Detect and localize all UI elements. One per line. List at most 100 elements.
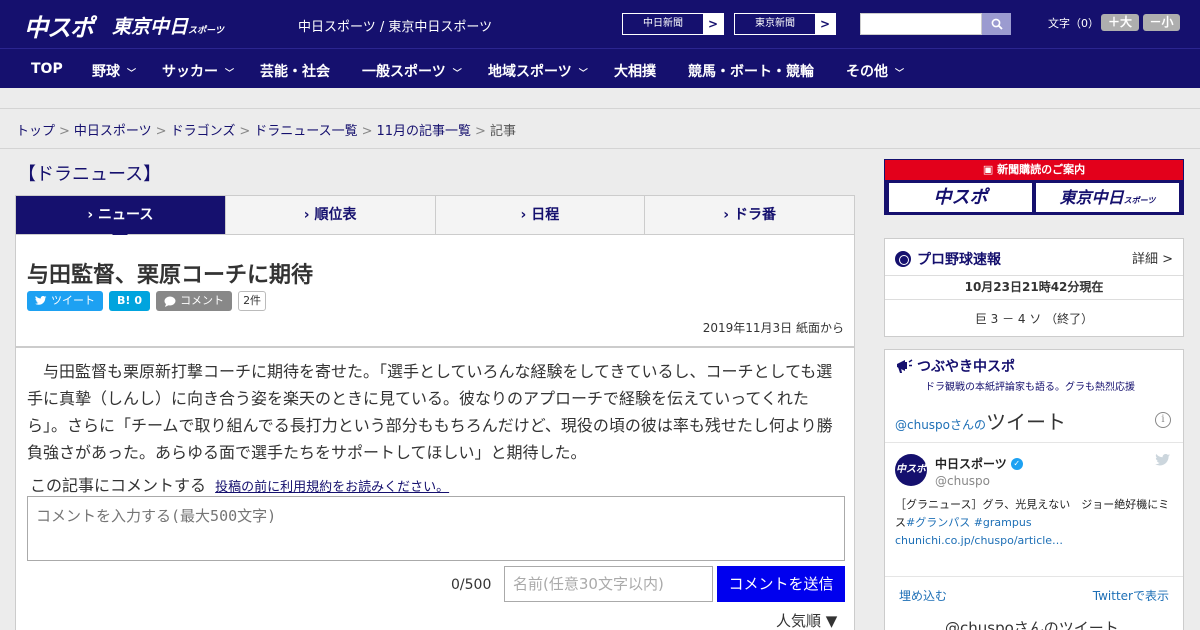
divider — [885, 576, 1183, 577]
nav-other[interactable]: その他 ﹀ — [846, 61, 904, 81]
comment-count-badge: 2件 — [238, 291, 267, 311]
baseball-score-widget: プロ野球速報 詳細 > 10月23日21時42分現在 巨 3 － 4 ソ （終了… — [884, 238, 1184, 337]
share-buttons: ツイート B! 0 コメント 2件 — [27, 291, 267, 311]
chevron-down-icon: ﹀ — [127, 68, 137, 79]
tokyo-chunichi-promo-logo: 東京中日スポーツ — [1036, 183, 1179, 212]
breadcrumb-separator: > — [59, 124, 70, 139]
breadcrumb-link-dra-news[interactable]: ドラニュース一覧 — [254, 124, 357, 139]
tweet-button[interactable]: ツイート — [27, 291, 103, 311]
twitter-bird-icon[interactable] — [1155, 453, 1171, 471]
nav-label: 大相撲 — [614, 64, 656, 80]
tab-news[interactable]: › ニュース — [16, 196, 226, 242]
embed-link[interactable]: 埋め込む — [899, 587, 947, 604]
baseball-icon — [895, 251, 911, 267]
ext-link-label: 中日新聞 — [643, 18, 683, 29]
nav-top[interactable]: TOP — [31, 61, 63, 77]
nav-label: 一般スポーツ — [362, 64, 446, 80]
nav-general-sports[interactable]: 一般スポーツ ﹀ — [362, 61, 462, 81]
twitter-widget-title-text: つぶやき中スポ — [917, 359, 1015, 375]
avatar[interactable]: 中スポ — [895, 454, 927, 486]
logo-sub-text: 東京中日 — [112, 16, 189, 38]
font-larger-button[interactable]: ＋大 — [1101, 14, 1139, 31]
account-handle[interactable]: @chuspo — [935, 474, 990, 488]
nav-soccer[interactable]: サッカー ﹀ — [162, 61, 234, 81]
nav-baseball[interactable]: 野球 ﹀ — [92, 61, 136, 81]
breadcrumb-current: 記事 — [489, 124, 516, 139]
nav-entertainment[interactable]: 芸能・社会 — [260, 61, 330, 81]
chevron-down-icon: ﹀ — [578, 68, 588, 79]
timeline-handle: @chuspoさんの — [895, 418, 987, 432]
nav-label: サッカー — [162, 64, 218, 80]
timeline-footer[interactable]: @chuspoさんのツイート — [945, 617, 1119, 630]
section-title: 【ドラニュース】 — [18, 164, 162, 185]
submit-comment-button[interactable]: コメントを送信 — [717, 566, 845, 602]
search-button[interactable] — [982, 13, 1011, 35]
site-header: 中スポ 東京中日スポーツ 中日スポーツ / 東京中日スポーツ 中日新聞 > 東京… — [0, 0, 1200, 48]
article-header: 与田監督、栗原コーチに期待 ツイート B! 0 コメント 2件 2019年11月… — [15, 235, 855, 347]
breadcrumb: トップ > 中日スポーツ > ドラゴンズ > ドラニュース一覧 >11月の記事一覧 > 記事 — [16, 120, 516, 139]
section-tabs: › ニュース › 順位表 › 日程 › ドラ番 — [15, 195, 855, 242]
nav-label: 芸能・社会 — [260, 64, 330, 80]
chuspo-logo[interactable]: 中スポ — [24, 8, 94, 43]
game-score[interactable]: 巨 3 － 4 ソ （終了） — [885, 310, 1183, 327]
subscription-title-text: 新聞購読のご案内 — [997, 163, 1086, 176]
score-detail-link[interactable]: 詳細 > — [1132, 248, 1173, 267]
chevron-right-icon: > — [703, 14, 723, 34]
chevron-down-icon: ﹀ — [895, 68, 905, 79]
divider — [885, 442, 1183, 443]
name-input[interactable]: 名前(任意30文字以内) — [504, 566, 713, 602]
view-on-twitter-link[interactable]: Twitterで表示 — [1093, 587, 1169, 604]
chuspo-promo-logo: 中スポ — [889, 183, 1032, 212]
subscription-banner[interactable]: ▣ 新聞購読のご案内 中スポ 東京中日スポーツ — [884, 159, 1184, 215]
divider — [0, 148, 1200, 149]
chunichi-shimbun-link[interactable]: 中日新聞 > — [622, 13, 724, 35]
breadcrumb-link-november[interactable]: 11月の記事一覧 — [377, 124, 472, 139]
hatena-bookmark-button[interactable]: B! 0 — [109, 291, 151, 311]
nav-sumo[interactable]: 大相撲 — [614, 61, 656, 81]
chevron-right-icon: > — [815, 14, 835, 34]
comment-heading-text: この記事にコメントする — [30, 476, 207, 495]
twitter-widget-subtitle: ドラ観戦の本紙評論家も語る。グラも熱烈応援 — [925, 382, 1135, 393]
sub-nav-band — [0, 88, 1200, 109]
ext-link-label: 東京新聞 — [755, 18, 795, 29]
comment-textarea[interactable] — [27, 496, 845, 561]
main-nav: TOP 野球 ﹀ サッカー ﹀ 芸能・社会 一般スポーツ ﹀ 地域スポーツ ﹀ 大相撲 … — [0, 48, 1200, 88]
breadcrumb-link-chuspo[interactable]: 中日スポーツ — [74, 124, 152, 139]
nav-label: 競馬・ボート・競輪 — [688, 64, 814, 80]
account-name[interactable]: 中日スポーツ ✓ — [935, 455, 1023, 472]
site-title: 中日スポーツ / 東京中日スポーツ — [298, 20, 493, 35]
tab-label: 順位表 — [314, 207, 357, 223]
nav-regional-sports[interactable]: 地域スポーツ ﹀ — [488, 61, 588, 81]
timeline-title-text: ツイート — [986, 410, 1067, 434]
breadcrumb-link-top[interactable]: トップ — [16, 124, 55, 139]
tab-schedule[interactable]: › 日程 — [436, 196, 646, 234]
terms-link[interactable]: 投稿の前に利用規約をお読みください。 — [215, 480, 449, 495]
article-headline: 与田監督、栗原コーチに期待 — [27, 263, 314, 288]
search-input[interactable] — [860, 13, 982, 35]
speech-bubble-icon — [164, 296, 176, 307]
tab-reporter[interactable]: › ドラ番 — [645, 196, 854, 234]
twitter-widget-title: つぶやき中スポ — [895, 356, 1015, 376]
tab-label: 日程 — [531, 207, 560, 223]
comment-button[interactable]: コメント — [156, 291, 233, 311]
info-icon[interactable]: i — [1155, 412, 1171, 428]
font-smaller-button[interactable]: －小 — [1143, 14, 1180, 31]
tokyo-chunichi-logo[interactable]: 東京中日スポーツ — [112, 12, 224, 39]
search-icon — [991, 18, 1003, 30]
tab-label: ニュース — [98, 207, 154, 223]
twitter-widget: つぶやき中スポ ドラ観戦の本紙評論家も語る。グラも熱烈応援 @chuspoさんの… — [884, 349, 1184, 630]
twitter-bird-icon — [35, 296, 47, 305]
timeline-title[interactable]: @chuspoさんのツイート — [895, 406, 1066, 435]
breadcrumb-separator: > — [155, 124, 167, 139]
promo-logo-small: スポーツ — [1123, 196, 1156, 205]
hatena-count: 0 — [134, 294, 143, 307]
hatena-icon: B! — [117, 294, 131, 307]
tweet-link[interactable]: chunichi.co.jp/chuspo/article… — [895, 534, 1063, 547]
sort-dropdown[interactable]: 人気順 ▼ — [776, 610, 837, 630]
tokyo-shimbun-link[interactable]: 東京新聞 > — [734, 13, 836, 35]
tweet-hashtags[interactable]: #グランパス #grampus — [906, 516, 1032, 529]
nav-racing[interactable]: 競馬・ボート・競輪 — [688, 61, 814, 81]
breadcrumb-link-dragons[interactable]: ドラゴンズ — [171, 124, 236, 139]
tab-standings[interactable]: › 順位表 — [226, 196, 436, 234]
subscription-title: ▣ 新聞購読のご案内 — [885, 160, 1183, 180]
